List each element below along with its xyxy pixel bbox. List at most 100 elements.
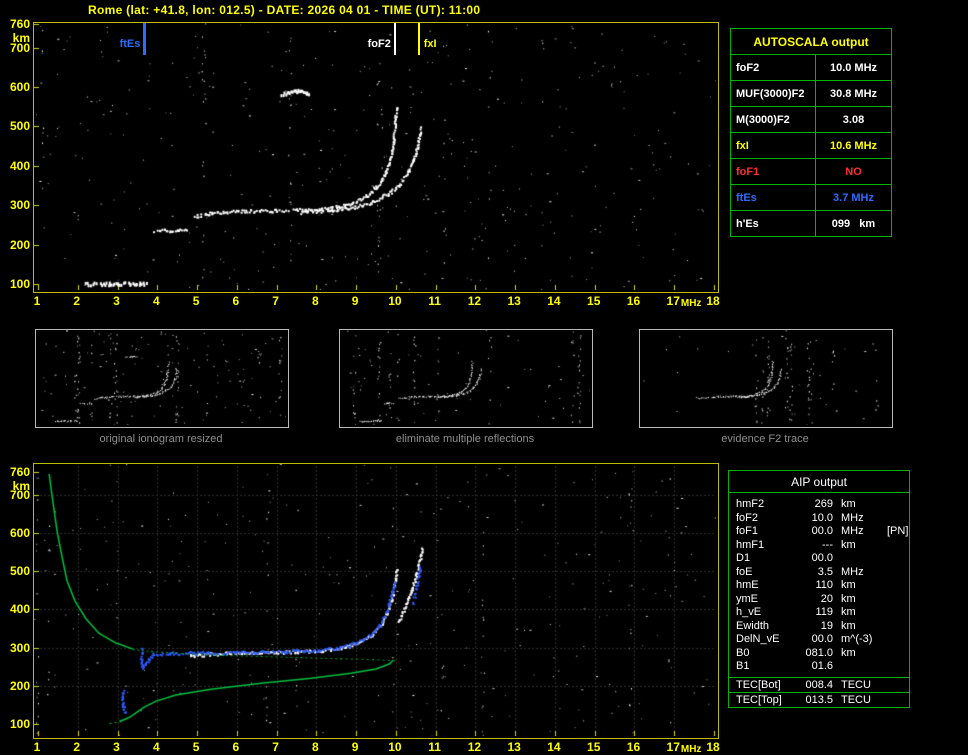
aip-extra [887, 620, 909, 634]
aip-name: DelN_vE [729, 633, 793, 647]
y-axis-label: 200 [2, 238, 30, 252]
y-axis-label: 100 [2, 717, 30, 731]
x-axis-label: 8 [302, 740, 328, 754]
autoscala-row-ftEs: ftEs3.7 MHz [731, 184, 891, 210]
autoscala-row-fxI: fxI10.6 MHz [731, 132, 891, 158]
autoscala-param-label: foF2 [731, 55, 816, 80]
x-axis-label: 12 [461, 740, 487, 754]
aip-extra [887, 633, 909, 647]
x-axis-label: 10 [382, 294, 408, 308]
x-axis-label: 2 [64, 740, 90, 754]
y-axis-unit: km [2, 479, 30, 493]
autoscala-param-value: NO [816, 166, 891, 178]
autoscala-param-label: foF1 [731, 159, 816, 184]
aip-row-hmE: hmE110km [729, 579, 909, 593]
aip-unit: km [833, 498, 887, 512]
x-axis-label: 2 [64, 294, 90, 308]
aip-name: foE [729, 566, 793, 580]
x-axis-unit: MHz [674, 298, 708, 309]
autoscala-window: Rome (lat: +41.8, lon: 012.5) - DATE: 20… [0, 0, 968, 755]
y-axis-label: 400 [2, 159, 30, 173]
autoscala-param-value: 3.08 [816, 114, 891, 126]
marker-line-fxI [418, 23, 420, 55]
aip-row-TEC[Top]: TEC[Top]013.5TECU [729, 692, 909, 707]
aip-row-foF1: foF100.0MHz[PN] [729, 525, 909, 539]
autoscala-param-label: h'Es [731, 211, 816, 236]
y-axis-label: 600 [2, 80, 30, 94]
aip-unit: km [833, 539, 887, 553]
x-axis-unit: MHz [674, 744, 708, 755]
x-axis-label: 3 [104, 740, 130, 754]
aip-value: 00.0 [793, 633, 833, 647]
aip-value: 110 [793, 579, 833, 593]
aip-value: 00.0 [793, 525, 833, 539]
y-axis-label: 500 [2, 119, 30, 133]
aip-extra: [PN] [887, 525, 909, 539]
aip-name: hmF1 [729, 539, 793, 553]
autoscala-param-label: MUF(3000)F2 [731, 81, 816, 106]
thumbnail-caption-original: original ionogram resized [35, 433, 287, 445]
marker-line-foF2 [394, 23, 396, 55]
thumbnail-evidence-canvas [640, 330, 890, 425]
aip-name: B0 [729, 647, 793, 661]
y-axis-label: 760 [2, 17, 30, 31]
x-axis-label: 1 [24, 740, 50, 754]
x-axis-label: 16 [620, 294, 646, 308]
aip-value: 20 [793, 593, 833, 607]
aip-row-foE: foE3.5MHz [729, 566, 909, 580]
aip-name: Ewidth [729, 620, 793, 634]
aip-row-foF2: foF210.0MHz [729, 512, 909, 526]
x-axis-label: 15 [581, 294, 607, 308]
x-axis-label: 16 [620, 740, 646, 754]
ionogram-plot [33, 22, 719, 293]
aip-value: 00.0 [793, 552, 833, 566]
aip-row-TEC[Bot]: TEC[Bot]008.4TECU [729, 677, 909, 692]
thumbnail-caption-evidence: evidence F2 trace [639, 433, 891, 445]
autoscala-output-panel: AUTOSCALA output foF210.0 MHzMUF(3000)F2… [730, 28, 892, 237]
aip-unit [833, 660, 887, 674]
aip-value: 119 [793, 606, 833, 620]
thumbnail-evidence-f2 [639, 329, 893, 428]
aip-extra [887, 579, 909, 593]
autoscala-rows: foF210.0 MHzMUF(3000)F230.8 MHzM(3000)F2… [731, 54, 891, 236]
aip-unit: MHz [833, 566, 887, 580]
aip-tec-rows: TEC[Bot]008.4TECUTEC[Top]013.5TECU [729, 677, 909, 707]
aip-value: --- [793, 539, 833, 553]
aip-row-DelN_vE: DelN_vE00.0m^(-3) [729, 633, 909, 647]
y-axis-label: 760 [2, 465, 30, 479]
aip-extra [887, 552, 909, 566]
aip-name: ymE [729, 593, 793, 607]
x-axis-label: 7 [263, 740, 289, 754]
aip-output-panel: AIP output hmF2269kmfoF210.0MHzfoF100.0M… [728, 470, 910, 708]
thumbnail-original-ionogram [35, 329, 289, 428]
x-axis-label: 7 [263, 294, 289, 308]
aip-name: TEC[Bot] [729, 678, 793, 692]
marker-line-ftEs [143, 23, 146, 55]
aip-extra [887, 693, 909, 707]
x-axis-label: 8 [302, 294, 328, 308]
x-axis-label: 9 [342, 294, 368, 308]
aip-row-hmF2: hmF2269km [729, 498, 909, 512]
thumbnail-eliminate-canvas [340, 330, 590, 425]
x-axis-label: 11 [422, 740, 448, 754]
aip-row-D1: D100.0 [729, 552, 909, 566]
x-axis-label: 15 [581, 740, 607, 754]
autoscala-param-value: 10.0 MHz [816, 62, 891, 74]
marker-label-fxI: fxI [424, 38, 458, 50]
aip-unit: km [833, 579, 887, 593]
aip-value: 008.4 [793, 678, 833, 692]
y-axis-label: 200 [2, 679, 30, 693]
y-axis-label: 500 [2, 564, 30, 578]
autoscala-row-h'Es: h'Es099 km [731, 210, 891, 236]
aip-value: 081.0 [793, 647, 833, 661]
aip-unit: km [833, 647, 887, 661]
x-axis-label: 4 [143, 294, 169, 308]
autoscala-param-label: fxI [731, 133, 816, 158]
aip-extra [887, 660, 909, 674]
aip-name: hmF2 [729, 498, 793, 512]
autoscala-row-foF2: foF210.0 MHz [731, 54, 891, 80]
x-axis-label: 10 [382, 740, 408, 754]
aip-extra [887, 593, 909, 607]
aip-unit: TECU [833, 693, 887, 707]
aip-extra [887, 498, 909, 512]
